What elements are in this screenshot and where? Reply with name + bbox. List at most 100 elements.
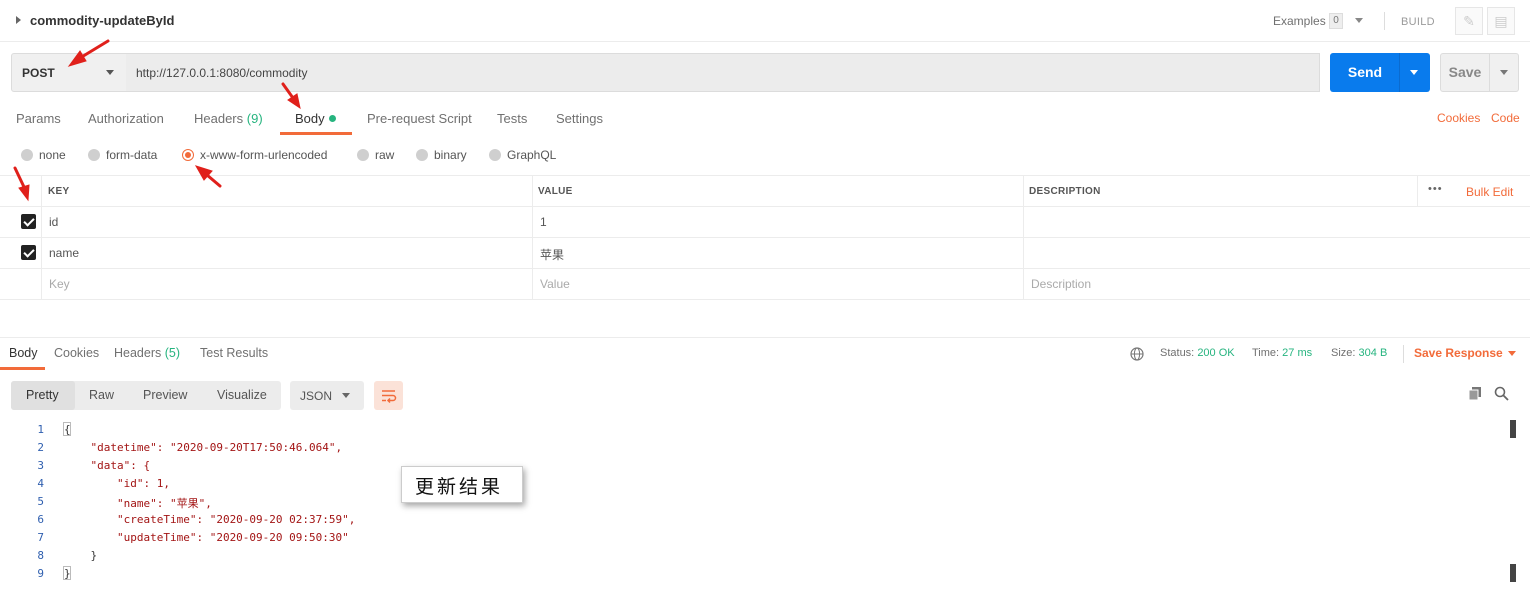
time-value: 27 ms [1282,347,1313,359]
radio-label-form-data[interactable]: form-data [106,148,157,162]
send-button[interactable]: Send [1330,53,1400,92]
view-mode-visualize[interactable]: Visualize [217,388,267,402]
radio-label-raw[interactable]: raw [375,148,394,162]
code-line[interactable]: "id": 1, [64,477,170,490]
search-icon[interactable] [1494,386,1509,401]
comment-icon[interactable]: ▤ [1487,7,1515,35]
time-readout: Time: 27 ms [1252,347,1312,359]
tab-label: Tests [497,111,528,126]
table-border [0,206,1530,207]
code-line[interactable]: "createTime": "2020-09-20 02:37:59", [64,513,355,526]
view-mode-raw[interactable]: Raw [89,388,114,402]
body-active-dot [329,115,336,122]
tab-label: Headers [114,346,162,360]
table-border [1023,175,1024,300]
row-checkbox[interactable] [21,245,36,260]
line-number: 3 [37,459,44,472]
section-divider [0,337,1530,338]
chevron-down-icon[interactable] [106,70,114,75]
param-key[interactable]: id [49,215,58,229]
cookies-link[interactable]: Cookies [1437,111,1480,125]
radio-graphql[interactable] [489,149,501,161]
radio-form-data[interactable] [88,149,100,161]
request-name[interactable]: commodity-updateById [30,13,174,28]
table-border [41,175,42,300]
chevron-down-icon[interactable] [1500,70,1508,75]
row-checkbox[interactable] [21,214,36,229]
table-border [0,268,1530,269]
tab-label: Body [295,111,325,126]
radio-none[interactable] [21,149,33,161]
tab-label: Params [16,111,61,126]
tab-headers[interactable]: Headers (9) [194,111,263,126]
build-button[interactable]: BUILD [1401,16,1435,28]
url-input[interactable]: http://127.0.0.1:8080/commodity [126,53,1320,92]
format-select[interactable]: JSON [290,381,364,410]
line-number: 5 [37,495,44,508]
param-key[interactable]: name [49,246,79,260]
radio-binary[interactable] [416,149,428,161]
more-options-icon[interactable]: ••• [1428,183,1443,195]
code-line[interactable]: } [64,567,71,580]
tab-pre-request-script[interactable]: Pre-request Script [367,111,472,126]
code-line[interactable]: "data": { [64,459,150,472]
tab-body[interactable]: Body [295,111,325,126]
chevron-down-icon[interactable] [1355,18,1363,23]
line-number: 2 [37,441,44,454]
view-mode-pretty[interactable]: Pretty [26,388,59,402]
response-tab-headers[interactable]: Headers (5) [114,346,180,360]
radio-x-www-form-urlencoded[interactable] [182,149,194,161]
globe-icon[interactable] [1130,347,1144,361]
wrap-lines-button[interactable] [374,381,403,410]
bulk-edit-link[interactable]: Bulk Edit [1466,185,1513,199]
table-border [0,237,1530,238]
code-line[interactable]: "updateTime": "2020-09-20 09:50:30" [64,531,349,544]
tab-count: (5) [164,346,181,360]
view-mode-preview[interactable]: Preview [143,388,187,402]
tab-settings[interactable]: Settings [556,111,603,126]
response-tab-test-results[interactable]: Test Results [200,346,268,360]
line-number: 7 [37,531,44,544]
examples-dropdown[interactable]: Examples [1273,14,1326,28]
collapse-arrow-icon[interactable] [16,16,21,24]
radio-label-graphql[interactable]: GraphQL [507,148,556,162]
description-input-placeholder[interactable]: Description [1031,277,1091,291]
tab-label: Authorization [88,111,164,126]
code-line[interactable]: "name": "苹果", [64,495,212,511]
value-input-placeholder[interactable]: Value [540,277,570,291]
edit-icon[interactable]: ✎ [1455,7,1483,35]
scrollbar-thumb[interactable] [1510,420,1516,438]
response-tab-body[interactable]: Body [9,346,38,360]
param-value[interactable]: 苹果 [540,246,564,263]
radio-raw[interactable] [357,149,369,161]
response-tab-cookies[interactable]: Cookies [54,346,99,360]
arrow-to-checkbox-icon [13,166,30,202]
tab-tests[interactable]: Tests [497,111,527,126]
scrollbar-thumb[interactable] [1510,564,1516,582]
tab-label: Pre-request Script [367,111,472,126]
copy-icon[interactable] [1468,386,1483,401]
code-line[interactable]: { [64,423,71,436]
examples-count-badge: 0 [1329,13,1343,29]
radio-label-x-www-form-urlencoded[interactable]: x-www-form-urlencoded [200,148,327,162]
radio-label-binary[interactable]: binary [434,148,467,162]
annotation-callout: 更新结果 [401,466,523,503]
code-line[interactable]: "datetime": "2020-09-20T17:50:46.064", [64,441,342,454]
time-label: Time: [1252,347,1280,359]
code-link[interactable]: Code [1491,111,1520,125]
line-number: 9 [37,567,44,580]
code-line[interactable]: } [64,549,97,562]
tab-params[interactable]: Params [16,111,61,126]
param-value[interactable]: 1 [540,215,547,229]
line-number: 6 [37,513,44,526]
chevron-down-icon[interactable] [1508,351,1516,356]
wrap-icon [382,390,397,404]
radio-label-none[interactable]: none [39,148,66,162]
chevron-down-icon[interactable] [1410,70,1418,75]
key-input-placeholder[interactable]: Key [49,277,70,291]
tab-authorization[interactable]: Authorization [88,111,164,126]
chevron-down-icon[interactable] [342,393,350,398]
save-button[interactable]: Save [1440,53,1490,92]
status-readout: Status: 200 OK [1160,347,1235,359]
save-response-button[interactable]: Save Response [1414,346,1503,360]
